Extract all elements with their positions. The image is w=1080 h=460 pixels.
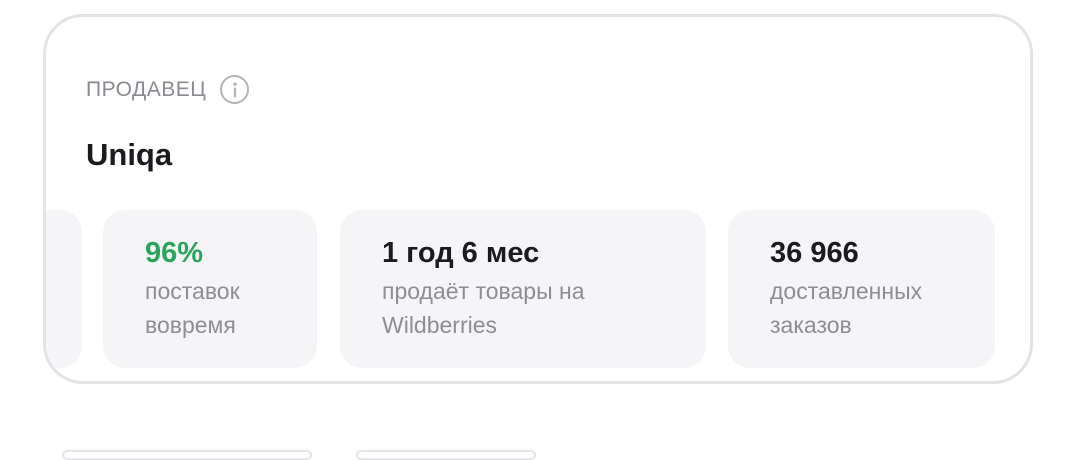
stat-card-on-time: 96% поставок вовремя [103, 210, 317, 368]
seller-header: ПРОДАВЕЦ [86, 75, 250, 104]
seller-card: ПРОДАВЕЦ Uniqa 96% поставок вовремя 1 го… [43, 14, 1033, 384]
stat-description: поставок вовремя [145, 278, 240, 338]
stat-description: доставленных заказов [770, 278, 923, 338]
info-glyph [233, 82, 237, 97]
seller-label: ПРОДАВЕЦ [86, 77, 207, 101]
stats-row[interactable]: 96% поставок вовремя 1 год 6 мес продаёт… [46, 210, 1030, 370]
stat-value: 1 год 6 мес [382, 237, 540, 269]
next-section-stub [356, 450, 536, 460]
stat-description: продаёт товары на Wildberries [382, 278, 585, 338]
seller-name[interactable]: Uniqa [86, 137, 172, 173]
stat-card-orders: 36 966 доставленных заказов [728, 210, 995, 368]
stat-value: 36 966 [770, 237, 859, 269]
info-icon[interactable] [220, 75, 250, 104]
stat-card-tenure: 1 год 6 мес продаёт товары на Wildberrie… [340, 210, 706, 368]
stat-card-partial [46, 210, 82, 368]
next-section-stub [62, 450, 312, 460]
stat-value: 96% [145, 237, 204, 269]
